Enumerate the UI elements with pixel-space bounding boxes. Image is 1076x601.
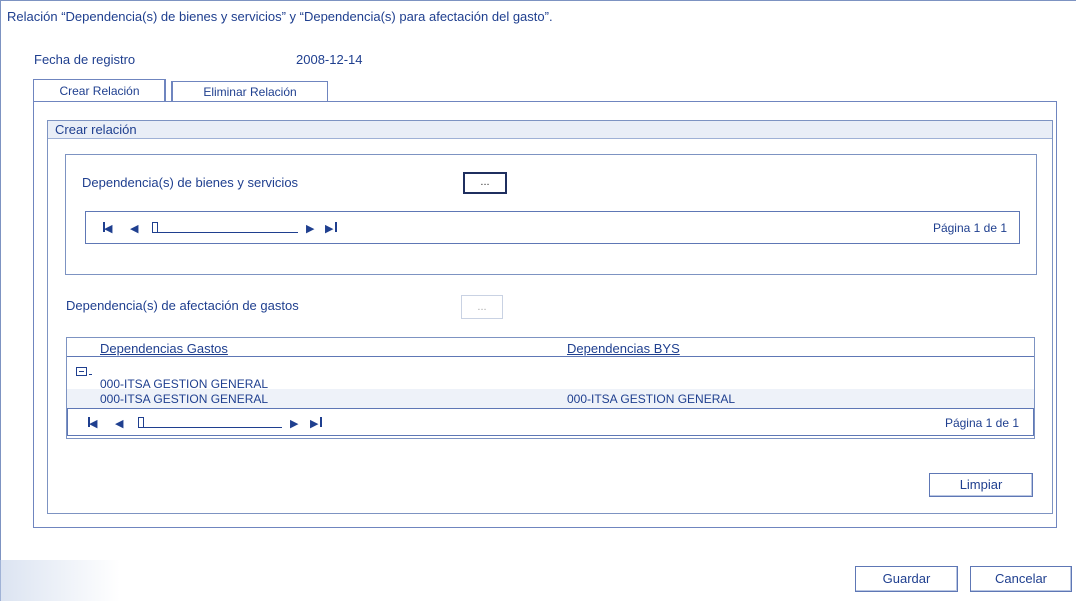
bienes-label: Dependencia(s) de bienes y servicios: [82, 175, 299, 190]
tab-eliminar-relacion[interactable]: Eliminar Relación: [171, 81, 328, 102]
bienes-select-button[interactable]: ...: [463, 172, 507, 194]
cancelar-button-label: Cancelar: [994, 571, 1048, 586]
first-page-icon[interactable]: ◀: [104, 222, 112, 235]
bienes-pager: ◀ ◀ ▶ ▶ Página 1 de 1: [85, 211, 1020, 244]
row-bys-cell: 000-ITSA GESTION GENERAL: [567, 392, 736, 406]
bienes-select-button-label: ...: [480, 176, 490, 188]
gastos-label: Dependencia(s) de afectación de gastos: [66, 298, 299, 313]
window-title: Relación “Dependencia(s) de bienes y ser…: [0, 0, 1076, 30]
page-slider-track[interactable]: [158, 232, 298, 233]
corner-shading: [0, 560, 120, 601]
next-page-icon[interactable]: ▶: [306, 222, 314, 235]
bienes-pager-text: Página 1 de 1: [932, 221, 1007, 235]
collapse-group-icon[interactable]: [76, 367, 87, 376]
page-slider-track[interactable]: [144, 427, 282, 428]
tab-crear-relacion-label: Crear Relación: [59, 84, 140, 98]
column-header-gastos[interactable]: Dependencias Gastos: [100, 341, 228, 356]
gastos-select-button-label: ...: [477, 301, 487, 313]
cancelar-button[interactable]: Cancelar: [970, 566, 1072, 592]
limpiar-button[interactable]: Limpiar: [929, 473, 1033, 497]
window-left-border: [0, 30, 1, 601]
row-gastos-cell: 000-ITSA GESTION GENERAL: [100, 392, 269, 406]
first-page-bar: [103, 222, 105, 232]
group-connector: [89, 374, 92, 375]
guardar-button[interactable]: Guardar: [855, 566, 958, 592]
last-page-bar: [320, 417, 322, 427]
fecha-registro-label: Fecha de registro: [34, 52, 136, 67]
prev-page-icon[interactable]: ◀: [130, 222, 138, 235]
first-page-bar: [88, 417, 90, 427]
table-pager-text: Página 1 de 1: [944, 416, 1019, 430]
first-page-icon[interactable]: ◀: [89, 417, 97, 430]
tab-eliminar-relacion-label: Eliminar Relación: [203, 85, 297, 99]
column-header-bys[interactable]: Dependencias BYS: [567, 341, 680, 356]
fieldset-title: Crear relación: [55, 122, 137, 137]
table-pager: ◀ ◀ ▶ ▶ Página 1 de 1: [67, 408, 1034, 436]
prev-page-icon[interactable]: ◀: [115, 417, 123, 430]
guardar-button-label: Guardar: [882, 571, 931, 586]
window-title-text: Relación “Dependencia(s) de bienes y ser…: [7, 9, 553, 24]
gastos-select-button[interactable]: ...: [461, 295, 503, 319]
header-divider: [67, 356, 1034, 357]
fieldset-header: Crear relación: [48, 121, 1052, 139]
last-page-icon[interactable]: ▶: [325, 222, 333, 235]
limpiar-button-label: Limpiar: [959, 477, 1003, 492]
fecha-registro-value: 2008-12-14: [296, 52, 363, 67]
last-page-icon[interactable]: ▶: [310, 417, 318, 430]
next-page-icon[interactable]: ▶: [290, 417, 298, 430]
tab-crear-relacion[interactable]: Crear Relación: [33, 79, 166, 102]
table-row[interactable]: 000-ITSA GESTION GENERAL 000-ITSA GESTIO…: [67, 389, 1034, 409]
last-page-bar: [335, 222, 337, 232]
